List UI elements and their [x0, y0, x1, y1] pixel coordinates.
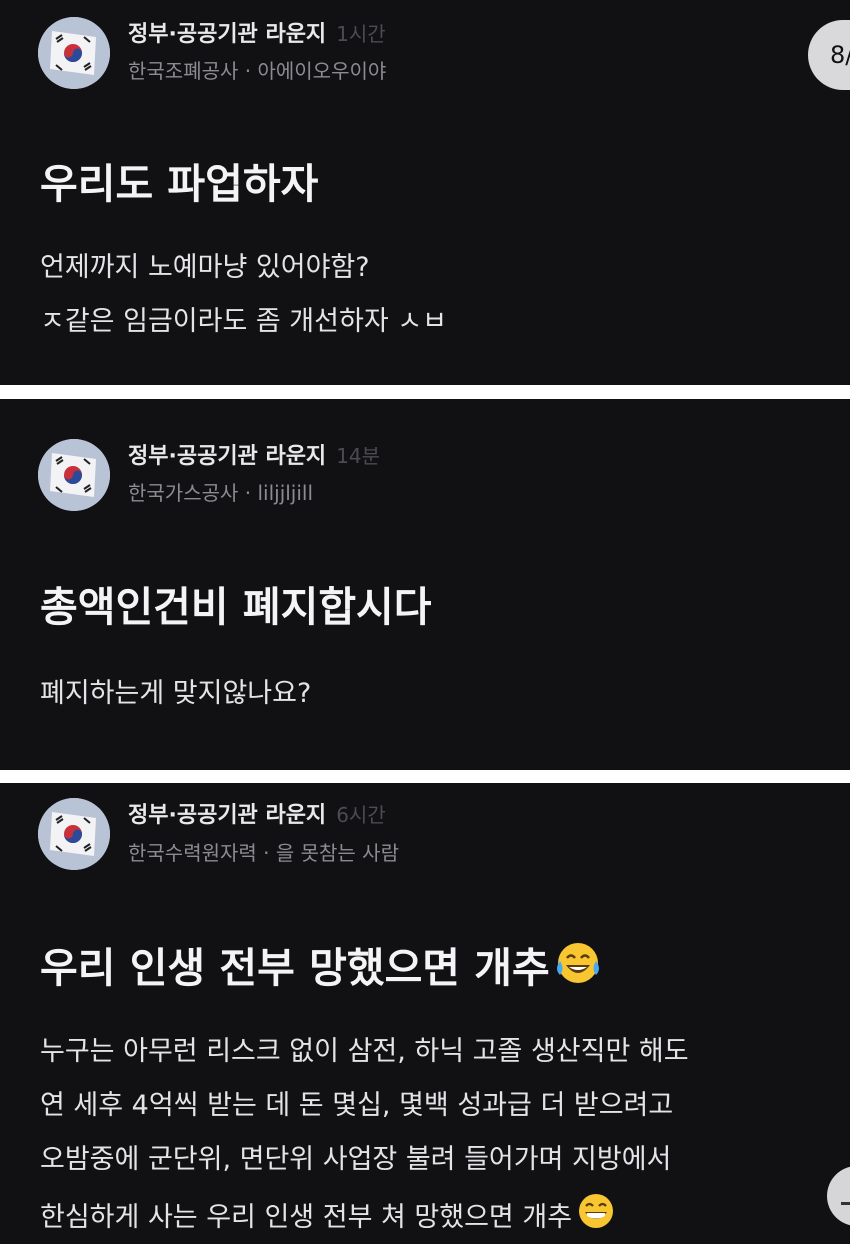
- post-body-line: 오밤중에 군단위, 면단위 사업장 불려 들어가며 지방에서: [40, 1144, 672, 1175]
- author-company: 한국가스공사 · liljjljill: [128, 481, 314, 505]
- lounge-label: 정부·공공기관 라운지: [128, 444, 327, 469]
- post-body-line: ㅈ같은 임금이라도 좀 개선하자 ㅅㅂ: [40, 306, 447, 337]
- post-body-line: 한심하게 사는 우리 인생 전부 쳐 망했으면 개추: [40, 1191, 616, 1237]
- grinning-emoji-icon: [576, 1191, 616, 1244]
- lounge-label: 정부·공공기관 라운지: [128, 22, 327, 47]
- lounge-name[interactable]: 정부·공공기관 라운지 6시간: [128, 799, 386, 831]
- post-body-line: 언제까지 노예마냥 있어야함?: [40, 252, 370, 283]
- post-card[interactable]: 정부·공공기관 라운지 14분 한국가스공사 · liljjljill 총액인건비…: [0, 399, 850, 770]
- post-time: 6시간: [336, 803, 386, 827]
- post-time: 14분: [336, 444, 381, 468]
- post-card[interactable]: 정부·공공기관 라운지 1시간 한국조폐공사 · 아에이오우이야 우리도 파업하자…: [0, 0, 850, 385]
- author-company: 한국수력원자력 · 을 못참는 사람: [128, 841, 399, 865]
- post-body-line: 폐지하는게 맞지않나요?: [40, 678, 312, 709]
- lounge-name[interactable]: 정부·공공기관 라운지 1시간: [128, 18, 386, 50]
- post-body-line: 누구는 아무런 리스크 없이 삼전, 하닉 고졸 생산직만 해도: [40, 1036, 689, 1067]
- post-body-line: 연 세후 4억씩 받는 데 돈 몇십, 몇백 성과급 더 받으려고: [40, 1090, 674, 1121]
- lounge-label: 정부·공공기관 라운지: [128, 803, 327, 828]
- tears-of-joy-emoji-icon: [554, 939, 602, 1003]
- post-card[interactable]: 정부·공공기관 라운지 6시간 한국수력원자력 · 을 못참는 사람 우리 인생 …: [0, 783, 850, 1244]
- korea-flag-avatar-icon[interactable]: [38, 439, 110, 511]
- post-time: 1시간: [336, 22, 386, 46]
- post-title[interactable]: 총액인건비 폐지합시다: [40, 577, 431, 637]
- chevron-icon: [841, 1188, 850, 1205]
- post-title[interactable]: 우리도 파업하자: [40, 154, 318, 214]
- post-body-text: 한심하게 사는 우리 인생 전부 쳐 망했으면 개추: [40, 1202, 573, 1233]
- lounge-name[interactable]: 정부·공공기관 라운지 14분: [128, 440, 380, 472]
- author-company: 한국조폐공사 · 아에이오우이야: [128, 59, 387, 83]
- korea-flag-avatar-icon[interactable]: [38, 798, 110, 870]
- post-title[interactable]: 우리 인생 전부 망했으면 개추: [40, 938, 602, 998]
- korea-flag-avatar-icon[interactable]: [38, 17, 110, 89]
- post-title-text: 우리 인생 전부 망했으면 개추: [40, 944, 550, 992]
